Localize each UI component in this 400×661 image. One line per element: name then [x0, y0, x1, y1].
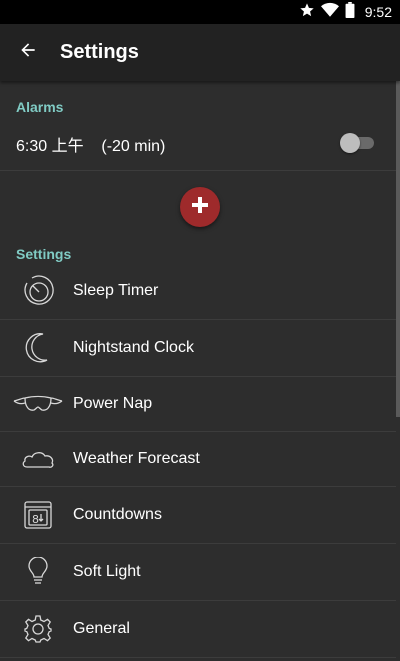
battery-icon [345, 1, 355, 23]
svg-text:8: 8 [32, 513, 39, 526]
settings-list: Sleep Timer Nightstand Clock Power Nap W… [0, 263, 396, 658]
star-icon [299, 2, 315, 23]
wifi-icon [320, 2, 339, 23]
settings-item-label: Nightstand Clock [73, 339, 194, 356]
sleep-timer-icon [0, 263, 73, 320]
toggle-thumb [340, 133, 360, 153]
settings-item-sleep-timer[interactable]: Sleep Timer [0, 263, 396, 320]
settings-item-label: Countdowns [73, 506, 162, 523]
settings-item-label: Power Nap [73, 395, 153, 412]
settings-item-label: General [73, 620, 130, 637]
add-alarm-button[interactable] [180, 187, 220, 227]
alarm-toggle[interactable] [340, 133, 374, 153]
app-bar: Settings [0, 24, 400, 81]
gear-icon [0, 601, 73, 658]
settings-item-label: Soft Light [73, 563, 141, 580]
back-button[interactable] [0, 25, 56, 81]
settings-item-label: Sleep Timer [73, 282, 159, 299]
clock: 9:52 [364, 4, 392, 20]
settings-item-power-nap[interactable]: Power Nap [0, 377, 396, 432]
scrollbar[interactable] [396, 81, 400, 417]
settings-item-soft-light[interactable]: Soft Light [0, 544, 396, 601]
alarms-section-header: Alarms [16, 99, 64, 115]
cloud-icon [0, 431, 73, 488]
settings-item-nightstand-clock[interactable]: Nightstand Clock [0, 320, 396, 377]
arrow-left-icon [18, 40, 38, 65]
settings-item-weather-forecast[interactable]: Weather Forecast [0, 432, 396, 487]
page-title: Settings [60, 41, 139, 63]
moon-icon [0, 320, 73, 377]
alarm-label: 6:30 上午 (-20 min) [16, 137, 166, 155]
status-bar: 9:52 [0, 0, 400, 24]
lightbulb-icon [0, 544, 73, 601]
settings-content[interactable]: Alarms 6:30 上午 (-20 min) Settings Sleep … [0, 81, 400, 661]
settings-section-header: Settings [16, 246, 72, 262]
calendar-icon: 8 [0, 487, 73, 544]
settings-item-countdowns[interactable]: 8 Countdowns [0, 487, 396, 544]
alarm-item[interactable]: 6:30 上午 (-20 min) [0, 117, 396, 171]
settings-item-label: Weather Forecast [73, 450, 200, 467]
sleep-mask-icon [0, 376, 73, 433]
settings-item-general[interactable]: General [0, 601, 396, 658]
plus-icon [191, 196, 209, 219]
